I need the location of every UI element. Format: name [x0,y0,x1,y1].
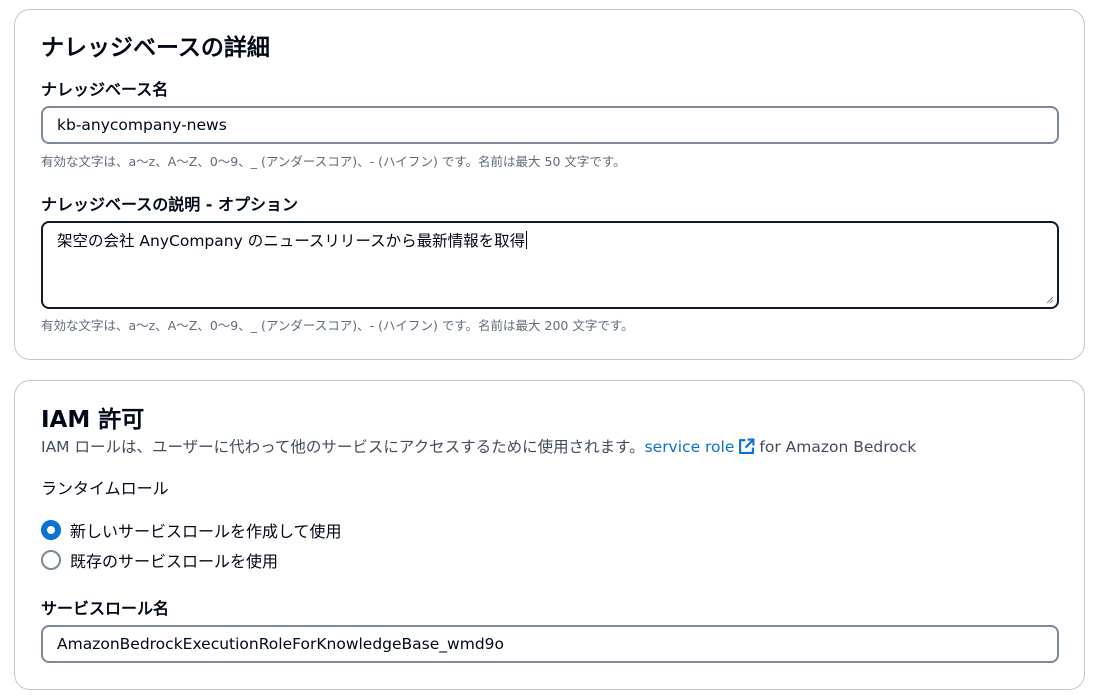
kb-name-input[interactable]: kb-anycompany-news [41,106,1059,144]
radio-create-new-role[interactable]: 新しいサービスロールを作成して使用 [41,519,342,541]
radio-label-create-new: 新しいサービスロールを作成して使用 [70,522,342,541]
resize-grip-icon[interactable] [1045,295,1054,304]
kb-description-value: 架空の会社 AnyCompany のニュースリリースから最新情報を取得 [57,232,526,250]
kb-description-label: ナレッジベースの説明 - オプション [41,195,298,214]
kb-description-hint: 有効な文字は、a〜z、A〜Z、0〜9、_ (アンダースコア)、- (ハイフン) … [41,318,634,333]
kb-name-hint: 有効な文字は、a〜z、A〜Z、0〜9、_ (アンダースコア)、- (ハイフン) … [41,154,626,169]
service-role-name-value: AmazonBedrockExecutionRoleForKnowledgeBa… [57,635,505,653]
radio-label-use-existing: 既存のサービスロールを使用 [70,552,279,571]
text-caret [526,231,528,249]
iam-title: IAM 許可 [41,407,145,433]
iam-description: IAM ロールは、ユーザーに代わって他のサービスにアクセスするために使用されます… [41,435,916,459]
iam-description-suffix: for Amazon Bedrock [759,438,917,456]
radio-use-existing-role[interactable]: 既存のサービスロールを使用 [41,549,278,571]
radio-button-unchecked[interactable] [41,550,61,570]
kb-details-panel: ナレッジベースの詳細 ナレッジベース名 kb-anycompany-news 有… [14,9,1085,360]
external-link-icon[interactable] [738,438,755,459]
service-role-name-input[interactable]: AmazonBedrockExecutionRoleForKnowledgeBa… [41,625,1059,663]
kb-details-title: ナレッジベースの詳細 [41,35,270,61]
radio-button-checked[interactable] [41,520,61,540]
service-role-link[interactable]: service role [645,438,735,456]
kb-name-value: kb-anycompany-news [57,116,227,134]
kb-name-label: ナレッジベース名 [41,80,169,99]
kb-description-textarea[interactable]: 架空の会社 AnyCompany のニュースリリースから最新情報を取得 [41,221,1059,309]
runtime-role-label: ランタイムロール [41,479,169,498]
iam-permissions-panel: IAM 許可 IAM ロールは、ユーザーに代わって他のサービスにアクセスするため… [14,380,1085,690]
service-role-name-label: サービスロール名 [41,599,170,618]
iam-description-prefix: IAM ロールは、ユーザーに代わって他のサービスにアクセスするために使用されます… [41,438,645,456]
